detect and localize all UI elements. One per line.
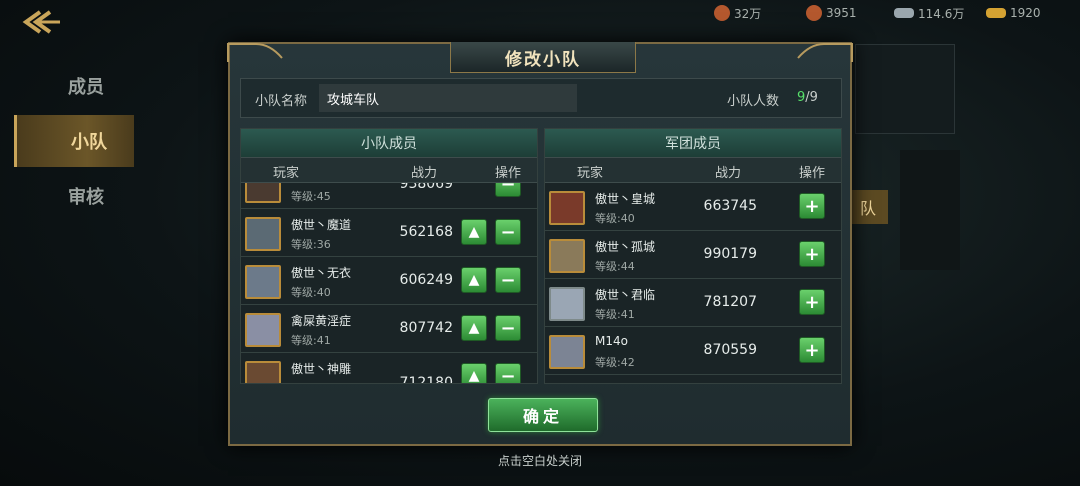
avatar: [245, 265, 281, 299]
add-member-button[interactable]: +: [799, 337, 825, 363]
remove-member-button[interactable]: −: [495, 267, 521, 293]
copper-token-icon: [806, 5, 822, 21]
team-name-row: 小队名称 小队人数 9/9: [240, 78, 842, 118]
minus-icon: −: [500, 221, 516, 243]
edit-team-modal: 修改小队 小队名称 小队人数 9/9 小队成员 玩家 战力 操作 等级:45 9…: [227, 42, 853, 446]
remove-member-button[interactable]: −: [495, 315, 521, 341]
team-count-label: 小队人数: [727, 94, 780, 109]
resource-silver: 114.6万: [894, 4, 964, 22]
silver-ingot-icon: [894, 8, 914, 18]
avatar: [549, 239, 585, 273]
arrow-up-icon: ▲: [468, 272, 480, 288]
gold-ingot-icon: [986, 8, 1006, 18]
avatar: [245, 361, 281, 383]
legion-members-header: 玩家 战力 操作: [545, 157, 841, 183]
list-item: 傲世丶魔道 等级:36 562168 ▲ −: [241, 209, 537, 257]
remove-member-button[interactable]: −: [495, 183, 521, 197]
minus-icon: −: [500, 365, 516, 384]
header-player: 玩家: [273, 166, 300, 181]
promote-member-button[interactable]: ▲: [461, 363, 487, 384]
plus-icon: +: [804, 243, 820, 265]
team-members-list: 小队成员 玩家 战力 操作 等级:45 938069 − 傲世丶魔道 等级:36…: [240, 128, 538, 384]
minus-icon: −: [500, 183, 516, 195]
plus-icon: +: [804, 195, 820, 217]
team-member-rows[interactable]: 等级:45 938069 − 傲世丶魔道 等级:36 562168 ▲ − 傲世…: [241, 183, 537, 384]
team-members-title: 小队成员: [241, 129, 537, 157]
ornament-left-icon: [227, 43, 283, 62]
team-members-header: 玩家 战力 操作: [241, 157, 537, 183]
ornament-right-icon: [797, 43, 853, 62]
avatar: [549, 335, 585, 369]
plus-icon: +: [804, 291, 820, 313]
list-item: M14o 等级:42 870559 +: [545, 327, 841, 375]
add-member-button[interactable]: +: [799, 241, 825, 267]
arrow-up-icon: ▲: [468, 320, 480, 336]
header-action: 操作: [799, 166, 826, 181]
sidebar-item-team[interactable]: 小队: [14, 115, 134, 167]
list-item: 傲世丶无衣 等级:40 606249 ▲ −: [241, 257, 537, 305]
remove-member-button[interactable]: −: [495, 219, 521, 245]
team-name-label: 小队名称: [255, 94, 308, 109]
background-panel: [855, 44, 955, 134]
copper-token-icon: [714, 5, 730, 21]
list-item: 禽屎黄淫症 等级:41 807742 ▲ −: [241, 305, 537, 353]
remove-member-button[interactable]: −: [495, 363, 521, 384]
avatar: [549, 287, 585, 321]
list-item: 等级:45 938069 −: [241, 183, 537, 209]
legion-members-list: 军团成员 玩家 战力 操作 傲世丶皇城 等级:40 663745 + 傲世丶孤城…: [544, 128, 842, 384]
minus-icon: −: [500, 269, 516, 291]
confirm-button[interactable]: 确定: [488, 398, 598, 432]
sidebar-item-members[interactable]: 成员: [14, 60, 134, 112]
header-power: 战力: [411, 166, 438, 181]
avatar: [245, 183, 281, 203]
team-name-input[interactable]: [319, 84, 577, 112]
arrow-up-icon: ▲: [468, 224, 480, 240]
promote-member-button[interactable]: ▲: [461, 267, 487, 293]
list-item: 傲世丶神雕 712180 ▲ −: [241, 353, 537, 384]
promote-member-button[interactable]: ▲: [461, 315, 487, 341]
sidebar-item-review[interactable]: 审核: [14, 170, 134, 222]
add-member-button[interactable]: +: [799, 193, 825, 219]
resource-copper-2: 3951: [806, 4, 857, 22]
sidebar: 成员 小队 审核: [14, 60, 134, 225]
add-member-button[interactable]: +: [799, 289, 825, 315]
team-count-value: 9/9: [797, 90, 818, 105]
list-item: 傲世丶孤城 等级:44 990179 +: [545, 231, 841, 279]
promote-member-button[interactable]: ▲: [461, 219, 487, 245]
modal-title: 修改小队: [450, 42, 636, 73]
plus-icon: +: [804, 339, 820, 361]
avatar: [245, 217, 281, 251]
avatar: [245, 313, 281, 347]
arrow-up-icon: ▲: [468, 368, 480, 384]
header-player: 玩家: [577, 166, 604, 181]
legion-member-rows[interactable]: 傲世丶皇城 等级:40 663745 + 傲世丶孤城 等级:44 990179 …: [545, 183, 841, 383]
resource-gold: 1920: [986, 4, 1041, 22]
avatar: [549, 191, 585, 225]
background-panel-2: [900, 150, 960, 270]
back-arrow-icon[interactable]: [20, 6, 64, 38]
minus-icon: −: [500, 317, 516, 339]
list-item: 傲世丶皇城 等级:40 663745 +: [545, 183, 841, 231]
close-hint[interactable]: 点击空白处关闭: [0, 452, 1080, 469]
header-power: 战力: [715, 166, 742, 181]
background-team-button: 队: [848, 190, 888, 224]
resource-copper: 32万: [714, 4, 761, 22]
header-action: 操作: [495, 166, 522, 181]
list-item: 傲世丶君临 等级:41 781207 +: [545, 279, 841, 327]
legion-members-title: 军团成员: [545, 129, 841, 157]
